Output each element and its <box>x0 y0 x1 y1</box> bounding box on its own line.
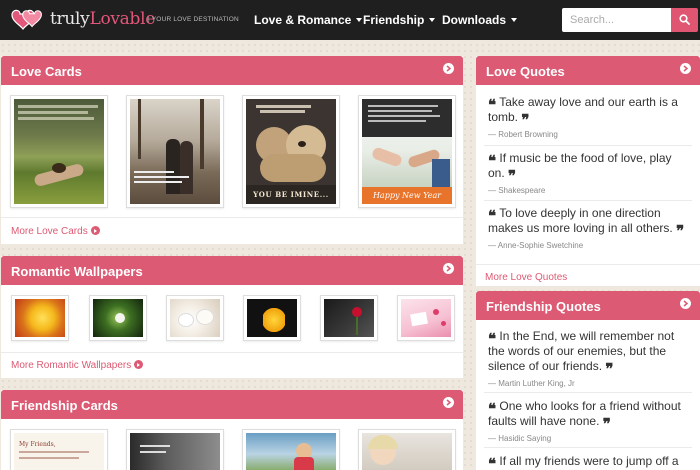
quote-close-icon: ❞ <box>605 360 614 378</box>
nav-love-romance-label: Love & Romance <box>254 13 352 27</box>
friendship-cards-title: Friendship Cards <box>11 398 118 413</box>
friendship-card-thumbnail-3[interactable] <box>242 429 340 470</box>
love-card-thumbnail-4[interactable]: Happy New Year <box>358 95 456 208</box>
chevron-down-icon <box>356 18 363 22</box>
divider <box>1 217 463 218</box>
teddy-card-caption: YOU BE IMINE... <box>246 185 336 204</box>
nav-friendship-label: Friendship <box>363 13 425 27</box>
love-quote-3-text: To love deeply in one direction makes us… <box>488 206 673 235</box>
search-icon <box>679 14 690 25</box>
more-love-quotes-link[interactable]: More Love Quotes <box>485 272 567 283</box>
friendship-card-thumbnail-1[interactable]: My Friends, <box>10 429 108 470</box>
love-cards-panel: Love Cards YOU BE IMINE... Happy New Yea… <box>1 56 463 244</box>
quote-close-icon: ❞ <box>508 167 517 185</box>
friendship-quote-1-author: — Martin Luther King, Jr <box>488 379 575 388</box>
arrow-circle-right-icon[interactable] <box>443 263 454 274</box>
nav-love-romance[interactable]: Love & Romance <box>254 13 363 27</box>
brand-name-part2: Lovable <box>89 9 155 29</box>
arrow-circle-right-icon[interactable] <box>443 397 454 408</box>
friendship-quote-2: ❝ One who looks for a friend without fau… <box>488 399 688 443</box>
arrow-circle-right-icon <box>90 226 100 235</box>
brand-tagline: | YOUR LOVE DESTINATION <box>148 16 239 23</box>
love-card-thumbnail-3[interactable]: YOU BE IMINE... <box>242 95 340 208</box>
search-input[interactable] <box>562 8 672 32</box>
love-quote-1-text: Take away love and our earth is a tomb. <box>488 95 678 124</box>
divider <box>484 145 692 146</box>
friendship-quote-3-text: If all my friends were to jump off a <box>499 454 679 468</box>
quote-close-icon: ❞ <box>676 222 685 240</box>
friendship-quote-1: ❝ In the End, we will remember not the w… <box>488 329 688 388</box>
divider <box>476 264 700 265</box>
wallpaper-thumbnail-1[interactable] <box>11 295 69 341</box>
divider <box>484 200 692 201</box>
love-quotes-header[interactable]: Love Quotes <box>476 56 700 85</box>
friendship-card-thumbnail-4[interactable] <box>358 429 456 470</box>
friendship-quote-1-text: In the End, we will remember not the wor… <box>488 329 675 373</box>
love-quote-2-author: — Shakespeare <box>488 186 546 195</box>
more-love-cards-link[interactable]: More Love Cards <box>11 226 100 237</box>
romantic-wallpapers-title: Romantic Wallpapers <box>11 264 143 279</box>
arrow-circle-right-icon[interactable] <box>680 298 691 309</box>
wallpaper-thumbnail-6[interactable] <box>397 295 455 341</box>
love-quote-2: ❝ If music be the food of love, play on.… <box>488 151 688 195</box>
divider <box>484 447 692 448</box>
chevron-down-icon <box>429 18 436 22</box>
divider <box>484 392 692 393</box>
divider <box>1 352 463 353</box>
friendship-quotes-header[interactable]: Friendship Quotes <box>476 291 700 320</box>
hearts-logo-icon <box>11 9 42 30</box>
brand-name: trulyLovable <box>50 9 155 29</box>
wallpaper-thumbnail-2[interactable] <box>89 295 147 341</box>
love-quote-3: ❝ To love deeply in one direction makes … <box>488 206 688 250</box>
friendship-card-caption: My Friends, <box>19 441 56 448</box>
friendship-quote-2-text: One who looks for a friend without fault… <box>488 399 681 428</box>
quote-close-icon: ❞ <box>602 415 611 433</box>
love-cards-title: Love Cards <box>11 64 82 79</box>
more-love-cards-label: More Love Cards <box>11 226 88 237</box>
love-quotes-panel: Love Quotes ❝ Take away love and our ear… <box>476 56 700 286</box>
love-cards-header[interactable]: Love Cards <box>1 56 463 85</box>
brand-name-part1: truly <box>50 9 90 29</box>
chevron-down-icon <box>511 18 518 22</box>
wallpaper-thumbnail-4[interactable] <box>243 295 301 341</box>
love-quotes-title: Love Quotes <box>486 64 565 79</box>
wallpaper-thumbnail-5[interactable] <box>320 295 378 341</box>
wallpaper-thumbnail-3[interactable] <box>166 295 224 341</box>
quote-close-icon: ❞ <box>521 111 530 129</box>
search-button[interactable] <box>671 8 698 32</box>
love-card-thumbnail-1[interactable] <box>10 95 108 208</box>
arrow-circle-right-icon[interactable] <box>443 63 454 74</box>
love-quote-1: ❝ Take away love and our earth is a tomb… <box>488 95 688 139</box>
arrow-circle-right-icon[interactable] <box>680 63 691 74</box>
friendship-quotes-title: Friendship Quotes <box>486 299 601 314</box>
more-romantic-wallpapers-link[interactable]: More Romantic Wallpapers <box>11 360 144 371</box>
quote-open-icon: ❝ <box>488 455 497 470</box>
new-year-card-caption: Happy New Year <box>362 187 452 204</box>
arrow-circle-right-icon <box>134 360 144 369</box>
romantic-wallpapers-header[interactable]: Romantic Wallpapers <box>1 256 463 285</box>
love-quote-3-author: — Anne-Sophie Swetchine <box>488 241 584 250</box>
more-romantic-wallpapers-label: More Romantic Wallpapers <box>11 360 132 371</box>
friendship-quotes-panel: Friendship Quotes ❝ In the End, we will … <box>476 291 700 470</box>
friendship-cards-header[interactable]: Friendship Cards <box>1 390 463 419</box>
romantic-wallpapers-panel: Romantic Wallpapers More Romantic Wallpa… <box>1 256 463 378</box>
friendship-cards-panel: Friendship Cards My Friends, <box>1 390 463 470</box>
friendship-card-thumbnail-2[interactable] <box>126 429 224 470</box>
love-card-thumbnail-2[interactable] <box>126 95 224 208</box>
love-quote-1-author: — Robert Browning <box>488 130 558 139</box>
friendship-quote-3: ❝ If all my friends were to jump off a <box>488 454 688 470</box>
nav-friendship[interactable]: Friendship <box>363 13 436 27</box>
nav-downloads[interactable]: Downloads <box>442 13 518 27</box>
nav-downloads-label: Downloads <box>442 13 507 27</box>
friendship-quote-2-author: — Hasidic Saying <box>488 434 552 443</box>
top-navbar: trulyLovable | YOUR LOVE DESTINATION Lov… <box>0 0 700 40</box>
